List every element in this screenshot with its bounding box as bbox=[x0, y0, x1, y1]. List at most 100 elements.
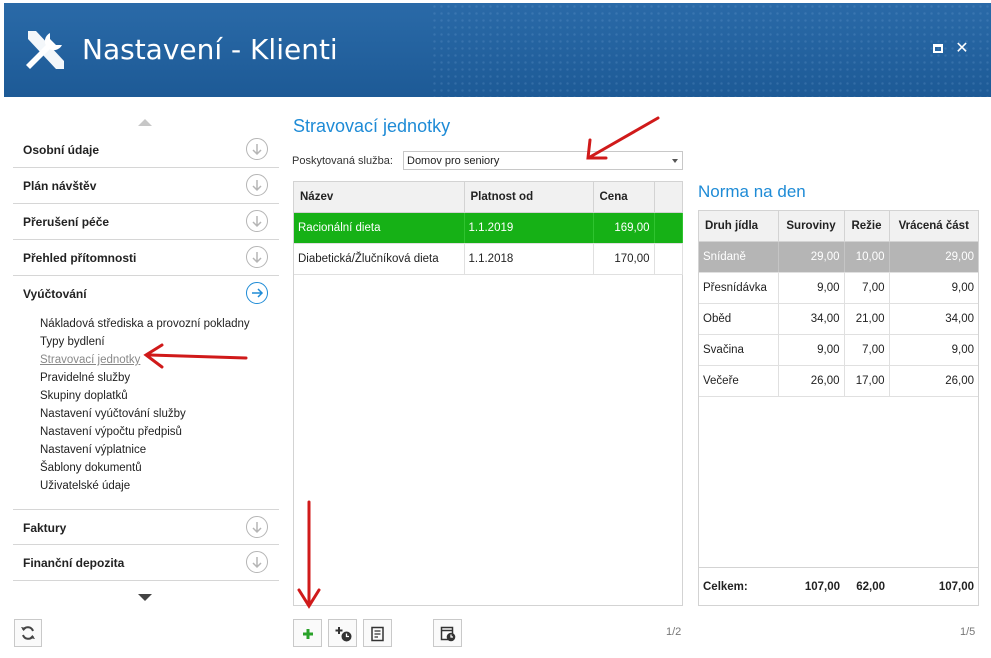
history-button[interactable] bbox=[433, 619, 462, 647]
table-row[interactable]: Večeře 26,00 17,00 26,00 bbox=[699, 365, 978, 397]
close-button[interactable]: ✕ bbox=[954, 41, 970, 57]
cell-extra bbox=[654, 243, 683, 275]
norm-title: Norma na den bbox=[698, 182, 806, 201]
cell-overhead: 7,00 bbox=[844, 272, 890, 304]
add-icon bbox=[303, 629, 313, 639]
nav-section-prehled-pritomnosti[interactable]: Přehled přítomnosti bbox=[13, 240, 279, 276]
cell-meal: Oběd bbox=[699, 303, 779, 335]
stravovaci-jednotky-grid: Název Platnost od Cena Racionální dieta … bbox=[293, 181, 683, 606]
vyuctovani-submenu: Nákladová střediska a provozní pokladny … bbox=[40, 317, 280, 497]
column-header-vracena-cast[interactable]: Vrácená část bbox=[889, 211, 978, 242]
expand-down-icon[interactable] bbox=[246, 174, 268, 196]
norma-grid: Druh jídla Suroviny Režie Vrácená část S… bbox=[698, 210, 979, 606]
edit-button[interactable] bbox=[363, 619, 392, 647]
scroll-down-icon[interactable] bbox=[138, 594, 152, 601]
subitem-stravovaci-jednotky[interactable]: Stravovací jednotky bbox=[40, 353, 280, 371]
service-select[interactable]: Domov pro seniory bbox=[403, 151, 683, 170]
nav-section-preruseni-pece[interactable]: Přerušení péče bbox=[13, 204, 279, 240]
total-raw: 107,00 bbox=[804, 580, 840, 593]
nav-section-label: Přehled přítomnosti bbox=[23, 251, 137, 265]
cell-overhead: 17,00 bbox=[844, 365, 890, 397]
nav-section-faktury[interactable]: Faktury bbox=[13, 509, 279, 545]
cell-meal: Snídaně bbox=[699, 241, 779, 273]
nav-section-label: Přerušení péče bbox=[23, 215, 110, 229]
subitem-uzivatelske-udaje[interactable]: Uživatelské údaje bbox=[40, 479, 280, 497]
column-header-extra bbox=[654, 182, 683, 213]
expand-right-icon[interactable] bbox=[246, 282, 268, 304]
subitem-nakladova-strediska[interactable]: Nákladová střediska a provozní pokladny bbox=[40, 317, 280, 335]
expand-down-icon[interactable] bbox=[246, 516, 268, 538]
window-title: Nastavení - Klienti bbox=[82, 33, 338, 66]
column-header-suroviny[interactable]: Suroviny bbox=[778, 211, 845, 242]
subitem-skupiny-doplatku[interactable]: Skupiny doplatků bbox=[40, 389, 280, 407]
nav-section-label: Osobní údaje bbox=[23, 143, 100, 157]
add-dated-button[interactable] bbox=[328, 619, 357, 647]
cell-meal: Svačina bbox=[699, 334, 779, 366]
total-overhead: 62,00 bbox=[856, 580, 885, 593]
cell-platnost-od: 1.1.2019 bbox=[464, 212, 594, 244]
column-header-cena[interactable]: Cena bbox=[593, 182, 655, 213]
cell-returned: 26,00 bbox=[889, 365, 978, 397]
add-button[interactable] bbox=[293, 619, 322, 647]
cell-overhead: 7,00 bbox=[844, 334, 890, 366]
expand-down-icon[interactable] bbox=[246, 246, 268, 268]
cell-nazev: Diabetická/Žlučníková dieta bbox=[294, 243, 465, 275]
cell-meal: Večeře bbox=[699, 365, 779, 397]
cell-cena: 170,00 bbox=[593, 243, 655, 275]
cell-raw: 34,00 bbox=[778, 303, 845, 335]
norm-pager: 1/5 bbox=[960, 626, 976, 638]
cell-raw: 9,00 bbox=[778, 334, 845, 366]
table-row[interactable]: Svačina 9,00 7,00 9,00 bbox=[699, 334, 978, 366]
cell-raw: 26,00 bbox=[778, 365, 845, 397]
table-row[interactable]: Snídaně 29,00 10,00 29,00 bbox=[699, 241, 978, 273]
refresh-button[interactable] bbox=[14, 619, 42, 647]
maximize-button[interactable] bbox=[930, 41, 946, 57]
service-label: Poskytovaná služba: bbox=[292, 155, 393, 167]
expand-down-icon[interactable] bbox=[246, 551, 268, 573]
cell-returned: 34,00 bbox=[889, 303, 978, 335]
total-row: Celkem: 107,00 62,00 107,00 bbox=[699, 567, 978, 605]
table-row[interactable]: Racionální dieta 1.1.2019 169,00 bbox=[294, 212, 683, 244]
nav-section-label: Finanční depozita bbox=[23, 556, 125, 570]
column-header-druh-jidla[interactable]: Druh jídla bbox=[699, 211, 779, 242]
scroll-up-icon[interactable] bbox=[138, 119, 152, 126]
subitem-typy-bydleni[interactable]: Typy bydlení bbox=[40, 335, 280, 353]
nav-section-vyuctovani[interactable]: Vyúčtování bbox=[13, 276, 279, 312]
cell-returned: 9,00 bbox=[889, 272, 978, 304]
nav-section-financni-depozita[interactable]: Finanční depozita bbox=[13, 545, 279, 581]
total-label: Celkem: bbox=[703, 580, 748, 593]
table-row[interactable]: Přesnídávka 9,00 7,00 9,00 bbox=[699, 272, 978, 304]
subitem-pravidelne-sluzby[interactable]: Pravidelné služby bbox=[40, 371, 280, 389]
cell-platnost-od: 1.1.2018 bbox=[464, 243, 594, 275]
cell-raw: 29,00 bbox=[778, 241, 845, 273]
cell-raw: 9,00 bbox=[778, 272, 845, 304]
service-select-value: Domov pro seniory bbox=[407, 155, 500, 167]
cell-overhead: 10,00 bbox=[844, 241, 890, 273]
table-row[interactable]: Oběd 34,00 21,00 34,00 bbox=[699, 303, 978, 335]
window-header: Nastavení - Klienti ✕ bbox=[4, 3, 991, 97]
expand-down-icon[interactable] bbox=[246, 138, 268, 160]
subitem-sablony-dokumentu[interactable]: Šablony dokumentů bbox=[40, 461, 280, 479]
column-header-platnost-od[interactable]: Platnost od bbox=[464, 182, 594, 213]
subitem-nastaveni-vyplatnice[interactable]: Nastavení výplatnice bbox=[40, 443, 280, 461]
cell-meal: Přesnídávka bbox=[699, 272, 779, 304]
cell-returned: 29,00 bbox=[889, 241, 978, 273]
cell-overhead: 21,00 bbox=[844, 303, 890, 335]
nav-section-osobni-udaje[interactable]: Osobní údaje bbox=[13, 132, 279, 168]
main-pager: 1/2 bbox=[666, 626, 682, 638]
page-title: Stravovací jednotky bbox=[293, 116, 451, 136]
table-row[interactable]: Diabetická/Žlučníková dieta 1.1.2018 170… bbox=[294, 243, 683, 275]
nav-section-label: Vyúčtování bbox=[23, 287, 87, 301]
column-header-rezie[interactable]: Režie bbox=[844, 211, 890, 242]
nav-section-plan-navstev[interactable]: Plán návštěv bbox=[13, 168, 279, 204]
subitem-nastaveni-vypoctu[interactable]: Nastavení výpočtu předpisů bbox=[40, 425, 280, 443]
subitem-nastaveni-vyuctovani[interactable]: Nastavení vyúčtování služby bbox=[40, 407, 280, 425]
total-returned: 107,00 bbox=[938, 580, 974, 593]
maximize-icon bbox=[933, 44, 943, 53]
expand-down-icon[interactable] bbox=[246, 210, 268, 232]
header-pattern bbox=[431, 3, 991, 97]
refresh-icon bbox=[21, 626, 35, 640]
cell-nazev: Racionální dieta bbox=[294, 212, 465, 244]
column-header-nazev[interactable]: Název bbox=[294, 182, 465, 213]
cell-extra bbox=[654, 212, 683, 244]
